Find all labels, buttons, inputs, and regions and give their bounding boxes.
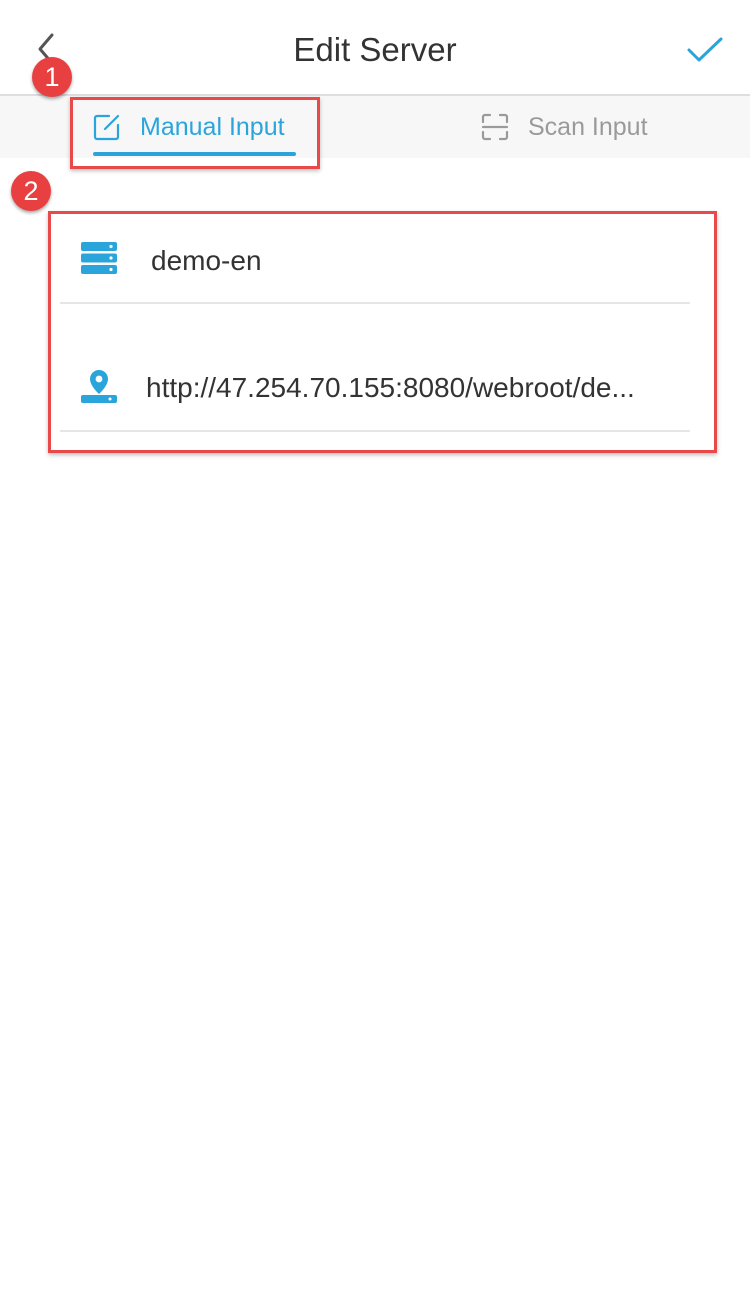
checkmark-icon [687,37,723,62]
navigation-bar: Edit Server [0,0,750,96]
confirm-button[interactable] [682,30,728,70]
tab-label: Scan Input [528,112,648,141]
annotation-box-1 [70,97,320,169]
scan-icon [481,113,509,141]
edit-server-screen: Edit Server Manual Input Scan Input demo… [0,0,750,1301]
tab-scan-input[interactable]: Scan Input [480,96,648,158]
page-title: Edit Server [293,31,457,68]
annotation-badge-2: 2 [11,171,51,211]
annotation-box-2 [48,211,717,453]
annotation-badge-1: 1 [32,57,72,97]
